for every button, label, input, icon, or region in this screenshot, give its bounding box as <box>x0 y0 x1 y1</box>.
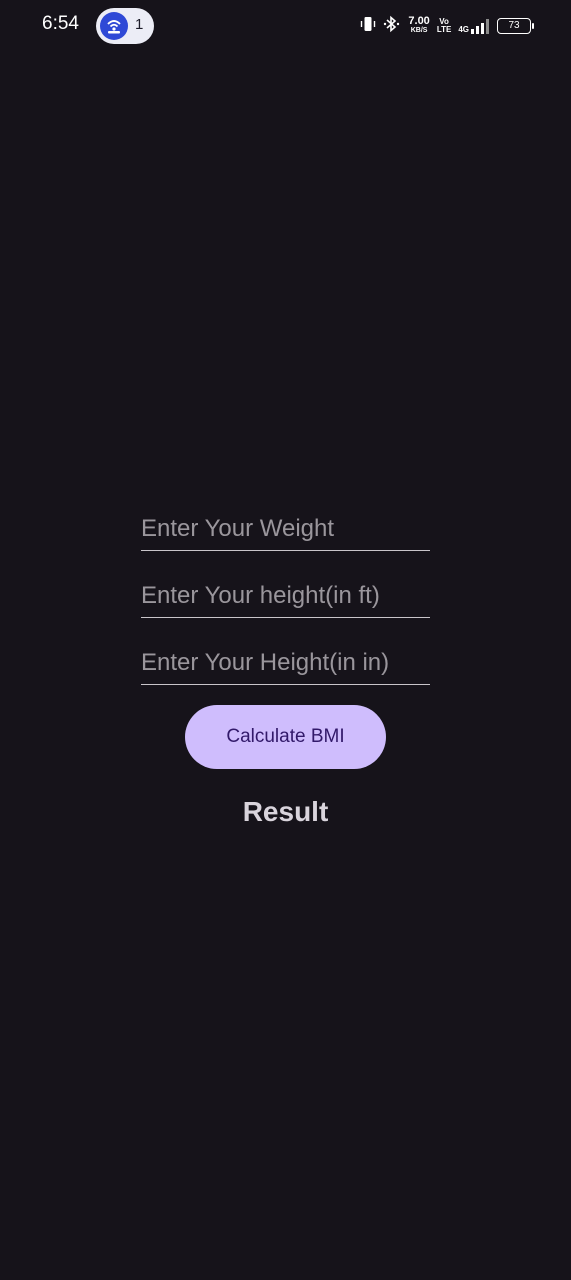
battery-level: 73 <box>508 20 520 31</box>
signal-icon: 4G <box>458 18 490 34</box>
bmi-calculator-screen: 6:54 1 7.00 KB/S Vo LTE 4G 73 Enter Your… <box>0 0 571 1280</box>
height-in-field[interactable] <box>141 636 430 685</box>
status-bar: 6:54 1 7.00 KB/S Vo LTE 4G 73 <box>0 0 571 52</box>
height-ft-field[interactable] <box>141 569 430 618</box>
hotspot-indicator[interactable]: 1 <box>96 8 154 44</box>
bluetooth-icon <box>383 15 401 38</box>
volte-bottom: LTE <box>436 25 452 34</box>
height-in-input[interactable] <box>141 636 430 684</box>
network-speed-value: 7.00 <box>408 15 430 27</box>
network-type: 4G <box>458 25 469 34</box>
network-speed: 7.00 KB/S <box>408 15 430 35</box>
height-ft-input[interactable] <box>141 569 430 617</box>
calculate-bmi-button[interactable]: Calculate BMI <box>185 705 386 769</box>
status-clock: 6:54 <box>42 13 79 34</box>
hotspot-count: 1 <box>135 16 144 33</box>
battery-icon: 73 <box>497 18 534 34</box>
network-speed-unit: KB/S <box>410 27 428 34</box>
result-text: Result <box>242 796 329 827</box>
hotspot-icon <box>100 12 128 40</box>
volte-indicator: Vo LTE <box>437 18 452 34</box>
vibrate-icon <box>360 15 376 38</box>
status-icons: 7.00 KB/S Vo LTE 4G 73 <box>360 12 534 40</box>
weight-input[interactable] <box>141 502 430 550</box>
weight-field[interactable] <box>141 502 430 551</box>
